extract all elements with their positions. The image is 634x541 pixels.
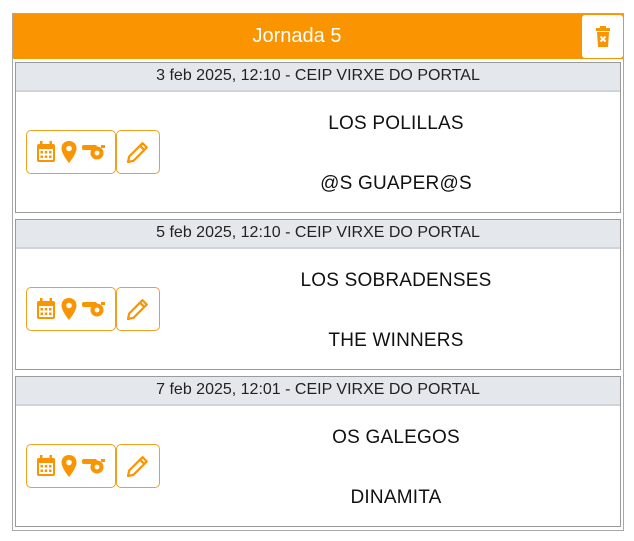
edit-match-button[interactable] xyxy=(116,444,160,488)
map-pin-icon xyxy=(61,141,77,163)
trash-icon xyxy=(595,25,610,47)
whistle-icon xyxy=(82,302,105,317)
pencil-icon xyxy=(127,456,148,477)
calendar-icon xyxy=(37,141,55,162)
match-actions xyxy=(26,444,160,488)
whistle-icon xyxy=(82,459,105,474)
match-card: 5 feb 2025, 12:10 - CEIP VIRXE DO PORTAL xyxy=(15,219,621,370)
round-panel: Jornada 5 3 feb 2025, 12:10 - CEIP VIRXE… xyxy=(12,13,624,531)
map-pin-icon xyxy=(61,455,77,477)
round-title: Jornada 5 xyxy=(252,25,342,47)
match-info: 3 feb 2025, 12:10 - CEIP VIRXE DO PORTAL xyxy=(16,63,620,92)
match-details-button[interactable] xyxy=(26,130,116,174)
delete-round-button[interactable] xyxy=(581,14,624,59)
pencil-icon xyxy=(127,299,148,320)
home-team: LOS POLILLAS xyxy=(328,113,464,134)
match-info: 5 feb 2025, 12:10 - CEIP VIRXE DO PORTAL xyxy=(16,220,620,249)
whistle-icon xyxy=(82,145,105,160)
match-info: 7 feb 2025, 12:01 - CEIP VIRXE DO PORTAL xyxy=(16,377,620,406)
match-card: 3 feb 2025, 12:10 - CEIP VIRXE DO PORTAL xyxy=(15,62,621,213)
match-details-button[interactable] xyxy=(26,444,116,488)
calendar-icon xyxy=(37,298,55,319)
edit-match-button[interactable] xyxy=(116,287,160,331)
away-team: @S GUAPER@S xyxy=(320,173,472,194)
round-header: Jornada 5 xyxy=(13,14,624,59)
calendar-icon xyxy=(37,455,55,476)
edit-match-button[interactable] xyxy=(116,130,160,174)
home-team: LOS SOBRADENSES xyxy=(300,270,492,291)
match-actions xyxy=(26,287,160,331)
match-card: 7 feb 2025, 12:01 - CEIP VIRXE DO PORTAL xyxy=(15,376,621,527)
away-team: THE WINNERS xyxy=(328,330,464,351)
home-team: OS GALEGOS xyxy=(332,427,460,448)
pencil-icon xyxy=(127,142,148,163)
match-actions xyxy=(26,130,160,174)
map-pin-icon xyxy=(61,298,77,320)
match-details-button[interactable] xyxy=(26,287,116,331)
away-team: DINAMITA xyxy=(350,487,442,508)
